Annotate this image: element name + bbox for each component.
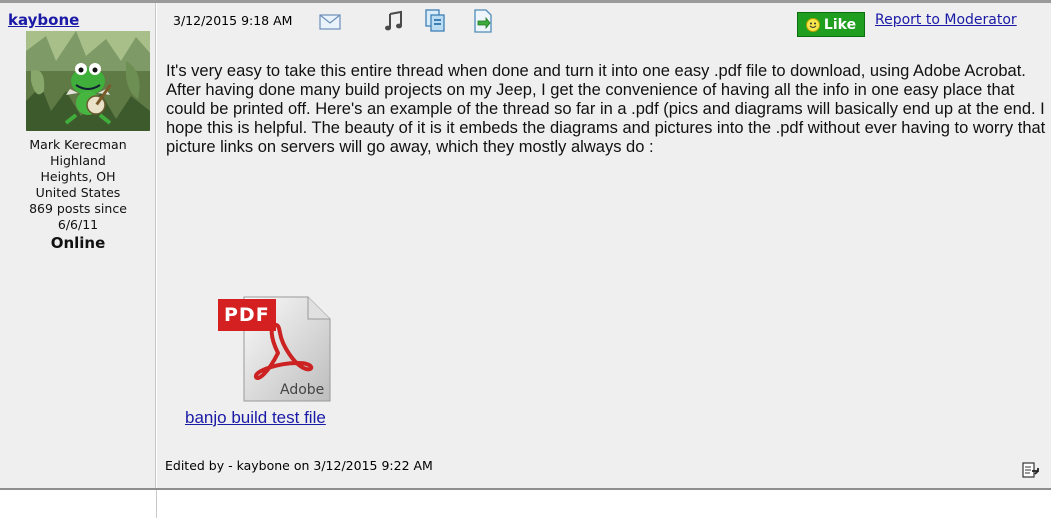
like-button[interactable]: Like — [797, 12, 865, 37]
forward-icon[interactable] — [473, 9, 493, 37]
forum-post: kaybone Mark Kerecman Highland Heights, … — [0, 0, 1051, 518]
author-details: Mark Kerecman Highland Heights, OH Unite… — [0, 137, 156, 251]
author-country: United States — [35, 185, 121, 200]
avatar — [26, 31, 150, 131]
author-real-name: Mark Kerecman — [29, 137, 127, 152]
post-timestamp: 3/12/2015 9:18 AM — [173, 13, 293, 28]
email-icon[interactable] — [319, 14, 341, 34]
music-note-icon[interactable] — [384, 10, 404, 36]
pdf-attachment-icon[interactable]: PDF Adobe — [218, 293, 332, 405]
author-username-link[interactable]: kaybone — [8, 11, 79, 29]
copy-icon[interactable] — [424, 9, 446, 37]
adobe-brand-label: Adobe — [280, 382, 325, 398]
post-body-text: It's very easy to take this entire threa… — [166, 62, 1046, 156]
author-city: Highland Heights, OH — [40, 153, 116, 184]
below-post-area — [0, 490, 1051, 518]
attachment-download-link[interactable]: banjo build test file — [185, 408, 326, 428]
pdf-icon-label: PDF — [224, 304, 270, 326]
edited-note: Edited by - kaybone on 3/12/2015 9:22 AM — [165, 458, 433, 473]
author-online-status: Online — [50, 234, 106, 252]
reply-quote-icon[interactable] — [1022, 461, 1040, 483]
report-to-moderator-link[interactable]: Report to Moderator — [875, 12, 1017, 28]
column-divider — [156, 490, 157, 518]
smiley-icon — [805, 17, 820, 32]
like-label: Like — [823, 16, 857, 33]
author-post-count: 869 posts since 6/6/11 — [29, 201, 127, 232]
